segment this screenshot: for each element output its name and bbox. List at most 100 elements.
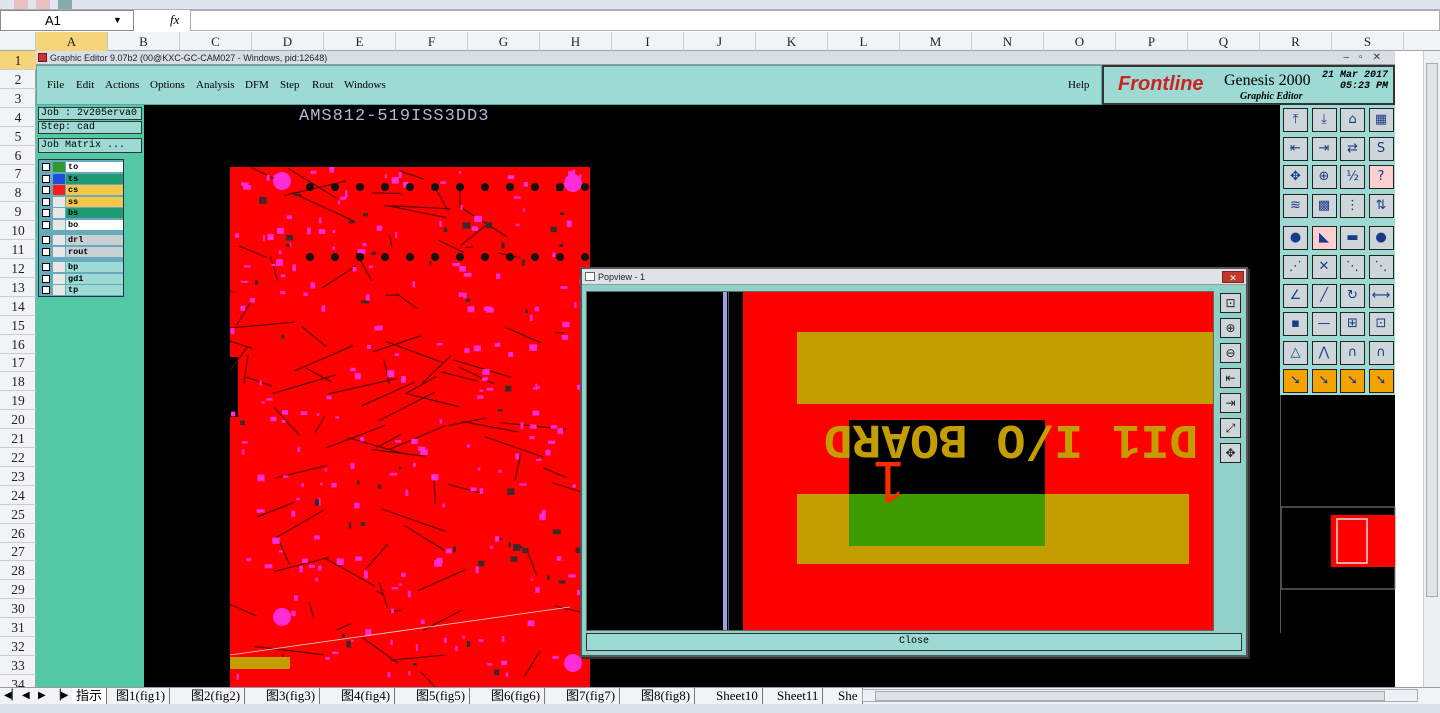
help-icon[interactable]: ? [1368, 165, 1394, 190]
angle-icon[interactable]: ∠ [1283, 283, 1308, 308]
zoom-in-icon[interactable]: ⊕ [1220, 318, 1241, 338]
pointer-icon[interactable]: ➘ [1283, 369, 1308, 394]
popview-close-icon[interactable]: ✕ [1222, 271, 1244, 283]
column-header-r[interactable]: R [1260, 32, 1332, 51]
column-header-d[interactable]: D [252, 32, 324, 51]
triangle-icon[interactable]: △ [1283, 340, 1308, 365]
minimap[interactable] [1280, 395, 1396, 633]
connect-icon[interactable]: ⋰ [1283, 255, 1308, 279]
layer-checkbox[interactable] [42, 209, 50, 217]
column-header-n[interactable]: N [972, 32, 1044, 51]
layer-checkbox[interactable] [42, 263, 50, 271]
menu-help[interactable]: Help [1068, 79, 1089, 91]
sheet-tab-11[interactable]: She [834, 688, 863, 704]
pointer3-icon[interactable]: ➘ [1340, 369, 1365, 394]
line-icon[interactable]: ▬ [1340, 226, 1365, 251]
row-header-30[interactable]: 30 [0, 599, 36, 619]
row-header-27[interactable]: 27 [0, 542, 36, 562]
row-header-2[interactable]: 2 [0, 70, 36, 89]
row-header-21[interactable]: 21 [0, 429, 36, 448]
center-view-icon[interactable]: ✥ [1220, 443, 1241, 463]
pan-right-icon[interactable]: ⇥ [1220, 393, 1241, 413]
move-down-icon[interactable]: ⤓ [1311, 108, 1337, 132]
center-icon[interactable]: ⊕ [1311, 165, 1337, 190]
triangle2-icon[interactable]: ⋀ [1311, 340, 1337, 365]
horizontal-scrollbar[interactable] [862, 689, 1418, 702]
resize-icon[interactable]: ⊞ [1340, 312, 1365, 337]
column-header-p[interactable]: P [1116, 32, 1188, 51]
menu-dfm[interactable]: DFM [245, 79, 269, 91]
column-header-m[interactable]: M [900, 32, 972, 51]
customize-icon[interactable] [58, 0, 72, 9]
menu-rout[interactable]: Rout [312, 79, 333, 91]
window-icon[interactable]: ▦ [1368, 108, 1394, 132]
layer-icon[interactable]: ◣ [1311, 226, 1337, 251]
fit-icon[interactable]: ✥ [1283, 165, 1308, 190]
row-header-7[interactable]: 7 [0, 164, 36, 184]
next-sheet-icon[interactable]: ▶ [38, 688, 46, 704]
row-header-5[interactable]: 5 [0, 127, 36, 146]
vertical-scrollbar[interactable] [1423, 51, 1440, 687]
column-header-k[interactable]: K [756, 32, 828, 51]
layer-checkbox[interactable] [42, 274, 50, 283]
row-header-24[interactable]: 24 [0, 486, 36, 505]
pcb-board[interactable] [230, 167, 590, 687]
column-header-e[interactable]: E [324, 32, 396, 51]
arrow-left-icon[interactable]: ⇤ [1283, 136, 1308, 161]
popview-zoom-view[interactable]: 1 DI1 I/O BOARD [586, 291, 1214, 631]
sheet-tab-0[interactable]: 指示 [72, 688, 108, 704]
job-label[interactable]: Job : 2v205erva0 [38, 107, 142, 120]
move-up-icon[interactable]: ⤒ [1283, 108, 1308, 132]
grid-icon[interactable]: ▩ [1311, 193, 1337, 218]
window-controls[interactable]: –▫✕ [1344, 51, 1392, 65]
row-header-26[interactable]: 26 [0, 524, 36, 543]
row-header-18[interactable]: 18 [0, 372, 36, 392]
row-header-22[interactable]: 22 [0, 448, 36, 467]
row-header-19[interactable]: 19 [0, 391, 36, 411]
formula-bar[interactable] [190, 10, 1440, 31]
layer-checkbox[interactable] [42, 163, 50, 171]
column-header-b[interactable]: B [108, 32, 180, 51]
last-sheet-icon[interactable]: ▕▶ [53, 688, 68, 704]
row-header-23[interactable]: 23 [0, 467, 36, 486]
save-icon[interactable] [14, 0, 28, 9]
layer-row-bs[interactable]: bs [41, 208, 123, 218]
layer-row-tp[interactable]: tp [41, 285, 123, 295]
sheet-tab-10[interactable]: Sheet11 [773, 688, 824, 704]
undo-icon[interactable] [36, 0, 50, 9]
swap-icon[interactable]: ⇄ [1340, 136, 1365, 161]
horizontal-scroll-thumb[interactable] [875, 691, 1385, 701]
row-header-6[interactable]: 6 [0, 146, 36, 165]
row-header-29[interactable]: 29 [0, 580, 36, 600]
row-header-10[interactable]: 10 [0, 221, 36, 241]
row-header-25[interactable]: 25 [0, 505, 36, 524]
sheet-tab-2[interactable]: 图2(fig2) [187, 688, 246, 704]
select-all-corner[interactable] [0, 32, 36, 51]
sheet-tab-1[interactable]: 图1(fig1) [112, 688, 171, 704]
layer-checkbox[interactable] [42, 247, 50, 256]
s-curve-icon[interactable]: S [1368, 136, 1394, 161]
layer-row-to[interactable]: to [41, 162, 123, 172]
sheet-tab-7[interactable]: 图7(fig7) [562, 688, 621, 704]
sheet-tab-6[interactable]: 图6(fig6) [487, 688, 546, 704]
circle-icon[interactable]: ● [1368, 226, 1394, 251]
layer-row-bo[interactable]: bo [41, 219, 123, 230]
layer-row-ts[interactable]: ts [41, 173, 123, 184]
menu-windows[interactable]: Windows [344, 79, 386, 91]
column-header-c[interactable]: C [180, 32, 252, 51]
column-header-a[interactable]: A [36, 32, 108, 51]
row-header-9[interactable]: 9 [0, 202, 36, 222]
row-header-28[interactable]: 28 [0, 561, 36, 581]
column-header-g[interactable]: G [468, 32, 540, 51]
select-icon[interactable]: ▪ [1283, 312, 1308, 337]
pan-left-icon[interactable]: ⇤ [1220, 368, 1241, 388]
row-header-14[interactable]: 14 [0, 297, 36, 316]
row-header-4[interactable]: 4 [0, 108, 36, 127]
prev-sheet-icon[interactable]: ◀ [22, 688, 30, 704]
menu-analysis[interactable]: Analysis [196, 79, 235, 91]
column-header-q[interactable]: Q [1188, 32, 1260, 51]
slash-icon[interactable]: ╱ [1311, 283, 1337, 308]
column-header-l[interactable]: L [828, 32, 900, 51]
minus-icon[interactable]: — [1311, 312, 1337, 337]
arch-icon[interactable]: ∩ [1340, 340, 1365, 365]
